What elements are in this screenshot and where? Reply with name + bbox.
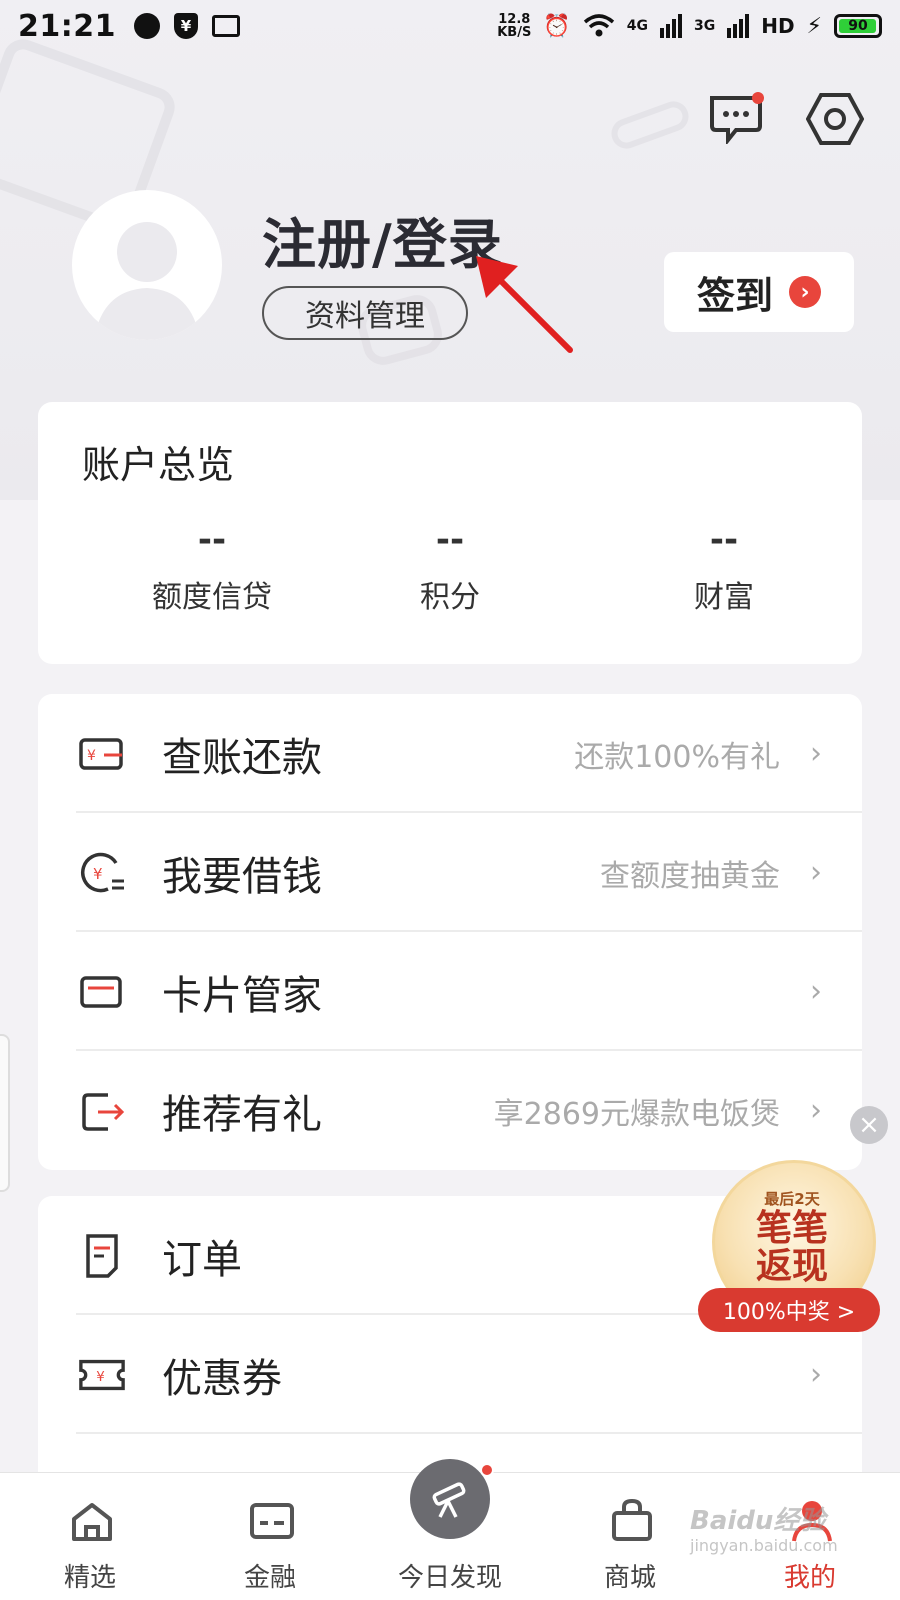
divider [76, 1432, 862, 1434]
speed-unit: KB/S [497, 25, 532, 40]
signal-3g-label: 3G [693, 18, 716, 34]
menu-item-hint: 享2869元爆款电饭煲 [493, 1096, 780, 1132]
tab-mall[interactable]: 商城 [550, 1473, 710, 1600]
battery-indicator: 90 [834, 14, 882, 38]
notification-bubble-icon [134, 13, 160, 39]
overview-label: 额度信贷 [152, 580, 272, 615]
tab-label: 今日发现 [397, 1563, 502, 1593]
home-icon [72, 1503, 112, 1541]
menu-item-label: 卡片管家 [162, 972, 322, 1019]
promo-line2: 返现 [755, 1246, 828, 1287]
overview-title: 账户总览 [82, 443, 235, 487]
settings-hex-icon [805, 93, 865, 145]
svg-text:¥: ¥ [93, 865, 103, 883]
close-icon[interactable]: × [850, 1106, 888, 1144]
tab-discover[interactable]: 今日发现 [370, 1459, 530, 1600]
message-button[interactable] [706, 92, 766, 146]
menu-item-card-manager[interactable]: 卡片管家 › [38, 932, 862, 1051]
overview-item-wealth[interactable]: -- 财富 [624, 522, 824, 616]
chevron-right-icon: › [810, 974, 822, 1009]
yen-shield-icon: ¥ [174, 13, 198, 39]
chevron-right-icon: › [789, 276, 821, 308]
tab-label: 我的 [783, 1563, 836, 1593]
coupon-icon: ¥ [78, 1351, 126, 1399]
overview-value: -- [197, 520, 227, 560]
overview-label: 积分 [420, 580, 480, 615]
chat-bubble-icon [710, 92, 764, 146]
tab-finance[interactable]: 金融 [190, 1473, 350, 1600]
login-register-link[interactable]: 注册/登录 [262, 200, 503, 279]
shopping-bag-icon [612, 1498, 652, 1541]
status-time: 21:21 [18, 8, 116, 44]
status-bar: 21:21 ¥ 12.8 KB/S ⏰ 4G 3G HD ⚡ 90 [0, 0, 900, 52]
hd-label: HD [761, 14, 795, 38]
menu-item-bill-repay[interactable]: ¥ 查账还款 还款100%有礼 › [38, 694, 862, 813]
charging-icon: ⚡ [806, 13, 822, 39]
overview-item-credit[interactable]: -- 额度信贷 [112, 522, 312, 616]
decor-plane [607, 97, 693, 153]
signal-bars-icon [727, 14, 750, 38]
checkin-label: 签到 [696, 273, 773, 318]
annotation-arrow [476, 256, 573, 353]
signal-4g-label: 4G [626, 18, 648, 34]
tab-label: 商城 [603, 1563, 656, 1593]
image-notification-icon [212, 15, 240, 37]
promo-line1: 笔笔 [755, 1208, 828, 1249]
share-exit-icon [78, 1087, 126, 1135]
chevron-right-icon: › [810, 855, 822, 890]
menu-item-label: 优惠券 [162, 1355, 282, 1402]
wifi-icon [583, 14, 614, 37]
tab-featured[interactable]: 精选 [10, 1473, 170, 1600]
account-overview-card: 账户总览 -- 额度信贷 -- 积分 -- 财富 [38, 402, 862, 664]
menu-item-borrow[interactable]: ¥ 我要借钱 查额度抽黄金 › [38, 813, 862, 932]
overview-value: -- [709, 520, 739, 560]
avatar[interactable] [72, 190, 222, 340]
menu-item-label: 我要借钱 [162, 853, 322, 900]
watermark-url: jingyan.baidu.com [690, 1536, 838, 1555]
overview-item-points[interactable]: -- 积分 [350, 522, 550, 616]
network-speed: 12.8 KB/S [497, 13, 531, 39]
overview-value: -- [435, 520, 465, 560]
menu-item-label: 订单 [162, 1236, 242, 1283]
menu-item-hint: 查额度抽黄金 [600, 858, 780, 894]
chevron-right-icon: › [810, 1093, 822, 1128]
chevron-right-icon: › [810, 736, 822, 771]
menu-item-label: 推荐有礼 [162, 1091, 322, 1138]
cashback-promo-badge[interactable]: 最后2天 笔笔 返现 100%中奖 > [698, 1160, 880, 1336]
alarm-icon: ⏰ [543, 13, 571, 39]
promo-pill: 100%中奖 > [698, 1288, 880, 1332]
settings-button[interactable] [805, 90, 865, 148]
card-icon [78, 968, 126, 1016]
svg-text:¥: ¥ [96, 1369, 105, 1384]
borrow-money-icon: ¥ [78, 849, 126, 897]
checkin-button[interactable]: 签到 › [664, 252, 854, 332]
tab-label: 精选 [63, 1563, 116, 1593]
profile-manage-button[interactable]: 资料管理 [262, 286, 468, 340]
notification-dot [480, 1463, 494, 1477]
promo-days: 最后2天 [764, 1190, 820, 1208]
menu-item-hint: 还款100%有礼 [574, 739, 780, 775]
order-icon [78, 1232, 126, 1280]
menu-item-referral[interactable]: 推荐有礼 享2869元爆款电饭煲 › [38, 1051, 862, 1170]
menu-item-label: 查账还款 [162, 734, 322, 781]
telescope-icon [410, 1459, 490, 1539]
finance-card-icon [250, 1503, 294, 1539]
chevron-right-icon: › [810, 1357, 822, 1392]
service-menu: ¥ 查账还款 还款100%有礼 › ¥ 我要借钱 查额度抽黄金 › 卡片管家 ›… [38, 694, 862, 1170]
battery-level: 90 [848, 18, 868, 34]
signal-bars-icon [659, 14, 682, 38]
promo-title: 笔笔 返现 [704, 1210, 880, 1286]
side-drawer-handle[interactable] [0, 1034, 10, 1192]
watermark-text: Baidu经验 [690, 1506, 826, 1536]
bill-repay-icon: ¥ [78, 730, 126, 778]
tab-label: 金融 [243, 1563, 296, 1593]
default-avatar-icon [94, 222, 200, 340]
overview-label: 财富 [694, 580, 754, 615]
svg-text:¥: ¥ [87, 748, 96, 764]
